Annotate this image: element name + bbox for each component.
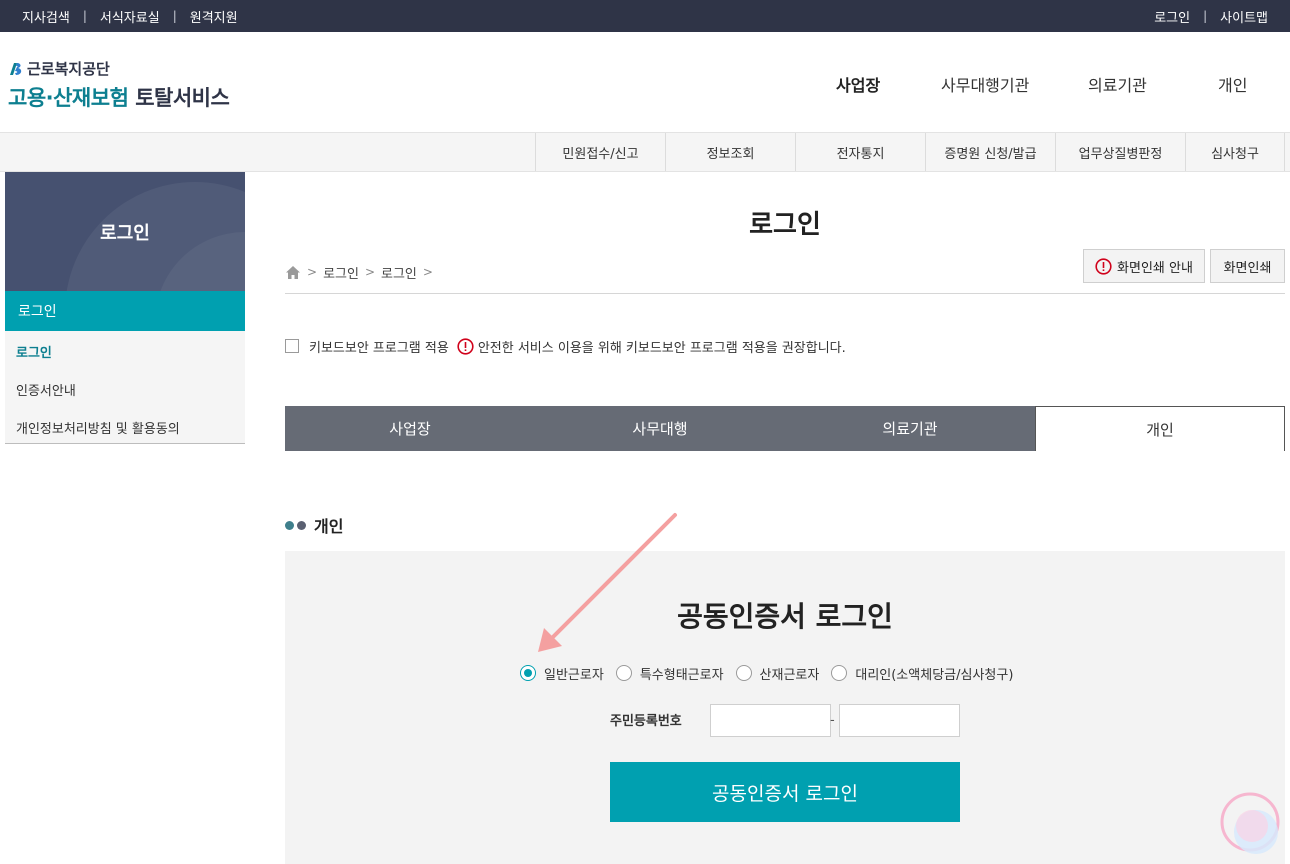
forms-library-link[interactable]: 서식자료실: [100, 7, 160, 26]
section-title-text: 개인: [314, 517, 344, 536]
branch-search-link[interactable]: 지사검색: [22, 7, 70, 26]
subnav-review-request[interactable]: 심사청구: [1185, 133, 1285, 171]
service-name-part1: 고용·산재보험: [8, 86, 129, 110]
bullet-dot-icon: [285, 520, 294, 530]
sidebar-title: 로그인: [100, 222, 150, 244]
radio-label[interactable]: 산재근로자: [760, 664, 820, 683]
separator: |: [172, 9, 177, 23]
gnb-workplace[interactable]: 사업장: [836, 72, 880, 96]
tab-workplace[interactable]: 사업장: [285, 406, 535, 451]
sitemap-link[interactable]: 사이트맵: [1220, 7, 1268, 26]
breadcrumb: > 로그인 > 로그인 >: [285, 262, 439, 282]
radio-injured-worker[interactable]: [735, 665, 752, 681]
org-name-text: 근로복지공단: [27, 60, 110, 78]
rrn-second-input[interactable]: [839, 704, 960, 737]
separator: |: [1203, 9, 1208, 23]
gnb-individual[interactable]: 개인: [1218, 72, 1247, 96]
breadcrumb-item[interactable]: 로그인: [381, 263, 417, 282]
radio-general-worker[interactable]: [520, 665, 536, 681]
chevron-right-icon: >: [364, 265, 376, 279]
chevron-right-icon: >: [307, 265, 318, 279]
keyboard-security-notice: 안전한 서비스 이용을 위해 키보드보안 프로그램 적용을 권장합니다.: [477, 340, 846, 356]
subnav-disease-judgment[interactable]: 업무상질병판정: [1055, 133, 1185, 171]
rrn-label: 주민등록번호: [610, 714, 682, 729]
print-guide-button[interactable]: 화면인쇄 안내: [1083, 249, 1205, 283]
sidebar-header: 로그인: [5, 172, 245, 291]
keyboard-security-checkbox[interactable]: [285, 339, 299, 353]
sidebar-item-certificate-guide[interactable]: 인증서안내: [16, 380, 76, 399]
radio-special-worker[interactable]: [615, 665, 632, 681]
keyboard-security-label: 키보드보안 프로그램 적용: [309, 340, 449, 356]
login-type-tabs: 사업장 사무대행 의료기관 개인: [285, 406, 1285, 451]
sidebar-menu-list: 로그인 인증서안내 개인정보처리방침 및 활용동의: [5, 331, 245, 444]
gnb-medical[interactable]: 의료기관: [1088, 72, 1147, 96]
certificate-login-panel: 공동인증서 로그인 일반근로자 특수형태근로자 산재근로자 대리인(소액체당금/…: [285, 551, 1285, 864]
radio-agent[interactable]: [831, 665, 848, 681]
subnav-info-inquiry[interactable]: 정보조회: [665, 133, 795, 171]
subnav-e-notice[interactable]: 전자통지: [795, 133, 925, 171]
sub-navigation: 민원접수/신고 정보조회 전자통지 증명원 신청/발급 업무상질병판정 심사청구: [0, 132, 1290, 172]
floating-assistant-icon[interactable]: [1218, 792, 1282, 856]
site-header: 근로복지공단 고용·산재보험 토탈서비스 사업장 사무대행기관 의료기관 개인: [0, 32, 1290, 132]
rrn-dash: -: [830, 713, 835, 728]
chevron-right-icon: >: [422, 265, 433, 279]
user-type-radio-group: 일반근로자 특수형태근로자 산재근로자 대리인(소액체당금/심사청구): [520, 663, 1025, 683]
sidebar-item-login[interactable]: 로그인: [16, 342, 52, 361]
page-title: 로그인: [749, 210, 821, 240]
service-name-part2: 토탈서비스: [135, 86, 230, 110]
gnb-agency[interactable]: 사무대행기관: [941, 72, 1029, 96]
org-logo-icon: [10, 62, 22, 75]
divider: [285, 293, 1285, 294]
site-logo[interactable]: 근로복지공단 고용·산재보험 토탈서비스: [8, 58, 230, 112]
radio-label[interactable]: 대리인(소액체당금/심사청구): [855, 664, 1013, 683]
service-name: 고용·산재보험 토탈서비스: [8, 82, 230, 112]
radio-label[interactable]: 특수형태근로자: [640, 664, 724, 683]
separator: |: [82, 9, 87, 23]
login-link[interactable]: 로그인: [1154, 7, 1190, 26]
radio-label[interactable]: 일반근로자: [544, 664, 604, 683]
sidebar-active-menu[interactable]: 로그인: [5, 291, 245, 331]
rrn-first-input[interactable]: [710, 704, 831, 737]
print-button[interactable]: 화면인쇄: [1210, 249, 1285, 283]
tab-medical[interactable]: 의료기관: [785, 406, 1035, 451]
subnav-civil-petition[interactable]: 민원접수/신고: [535, 133, 665, 171]
section-title: 개인: [285, 514, 343, 536]
utility-links-left: 지사검색 | 서식자료실 | 원격지원: [22, 0, 238, 32]
remote-support-link[interactable]: 원격지원: [190, 7, 238, 26]
alert-icon: [1095, 257, 1112, 275]
home-icon[interactable]: [285, 265, 301, 280]
keyboard-security-row: 키보드보안 프로그램 적용 안전한 서비스 이용을 위해 키보드보안 프로그램 …: [285, 336, 846, 356]
tab-individual[interactable]: 개인: [1035, 406, 1285, 451]
subnav-certificate[interactable]: 증명원 신청/발급: [925, 133, 1055, 171]
bullet-dot-icon: [297, 520, 306, 530]
tab-agency[interactable]: 사무대행: [535, 406, 785, 451]
login-title: 공동인증서 로그인: [677, 600, 893, 633]
certificate-login-button[interactable]: 공동인증서 로그인: [610, 762, 960, 822]
utility-bar: 지사검색 | 서식자료실 | 원격지원 로그인 | 사이트맵: [0, 0, 1290, 32]
print-guide-label: 화면인쇄 안내: [1117, 260, 1193, 276]
org-name: 근로복지공단: [8, 58, 229, 79]
utility-links-right: 로그인 | 사이트맵: [1154, 0, 1268, 32]
alert-icon: [457, 337, 474, 355]
breadcrumb-item[interactable]: 로그인: [323, 263, 359, 282]
sidebar-item-privacy-policy[interactable]: 개인정보처리방침 및 활용동의: [16, 418, 180, 437]
